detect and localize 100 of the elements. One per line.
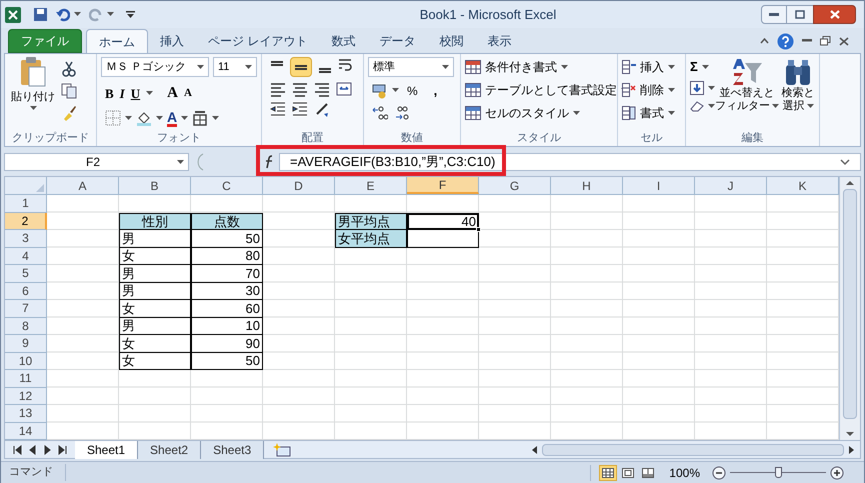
comma-button[interactable]: , [434,81,438,100]
sort-filter-button[interactable]: 並べ替えと フィルター [718,57,776,130]
caret-icon[interactable] [212,116,220,120]
caret-icon[interactable] [668,64,675,70]
number-format-field[interactable]: 標準 [368,57,454,77]
caret-icon[interactable] [806,104,814,109]
caret-icon[interactable] [177,160,184,164]
restore-icon[interactable] [820,36,831,46]
currency-icon[interactable] [372,82,388,99]
row-header[interactable]: 5 [5,265,47,282]
help-icon[interactable] [777,32,794,50]
bold-button[interactable]: B [105,84,114,103]
row-header[interactable]: 10 [5,352,47,370]
view-button[interactable] [599,464,618,480]
sheet-nav-icon[interactable] [58,444,67,454]
new-sheet-icon[interactable] [272,442,292,456]
caret-icon[interactable] [392,88,399,94]
autosum-button[interactable]: Σ [690,57,698,77]
caret-icon[interactable] [573,110,580,116]
customize-icon[interactable] [126,10,135,19]
column-header[interactable]: H [551,177,623,194]
close-icon[interactable] [839,36,849,46]
row-header[interactable]: 3 [5,230,47,248]
copy-icon[interactable] [61,83,77,99]
column-header[interactable]: J [695,177,767,194]
clear-button[interactable] [690,100,718,112]
fill-handle[interactable] [476,227,481,232]
merge-icon[interactable] [336,81,352,97]
decrease-indent-icon[interactable] [270,101,286,117]
zoom-in-icon[interactable] [830,466,844,480]
text-align-icon[interactable] [270,81,286,97]
ribbon-tab[interactable]: ホーム [86,29,148,53]
name-box[interactable]: F2 [4,153,189,171]
fill-bucket-icon[interactable] [136,110,152,126]
ribbon-tab[interactable]: 数式 [319,29,368,53]
minimize-button[interactable] [761,5,787,24]
increase-decimal-icon[interactable] [372,104,388,120]
caret-icon[interactable] [702,64,709,70]
ribbon-tab[interactable]: 校閲 [427,29,476,53]
percent-button[interactable]: % [407,82,418,100]
expand-icon[interactable] [840,157,850,167]
caret-icon[interactable] [561,64,568,70]
row-header[interactable]: 14 [5,422,47,440]
caret-icon[interactable] [107,12,114,17]
caret-icon[interactable] [30,106,36,110]
row-header[interactable]: 11 [5,370,47,388]
style-menu-button[interactable]: 条件付き書式 [465,58,628,76]
maximize-button[interactable] [787,5,813,24]
scissors-icon[interactable] [61,61,77,77]
column-header[interactable]: C [191,177,263,194]
ribbon-tab[interactable]: 表示 [475,29,524,53]
cell-menu-button[interactable]: 削除 [622,81,675,99]
cell-menu-button[interactable]: 書式 [622,104,675,122]
font-color-button[interactable]: A [167,110,178,126]
row-header[interactable]: 7 [5,300,47,318]
column-header[interactable]: F [407,177,479,194]
cell-menu-button[interactable]: 挿入 [622,58,675,76]
column-header[interactable]: D [263,177,335,194]
minimize-icon[interactable] [802,39,812,43]
decrease-decimal-icon[interactable] [394,104,410,120]
formula-field[interactable]: =AVERAGEIF(B3:B10,”男”,C3:C10) [279,153,861,171]
increase-indent-icon[interactable] [292,101,308,117]
caret-icon[interactable] [181,116,188,120]
row-header[interactable]: 9 [5,335,47,352]
caret-icon[interactable] [708,86,715,90]
row-header[interactable]: 1 [5,195,47,212]
wrap-text-icon[interactable] [338,57,354,73]
align-button[interactable] [290,57,312,77]
column-header[interactable]: I [623,177,695,194]
ribbon-tab[interactable]: データ [367,29,428,53]
function-icon[interactable] [263,155,275,169]
sheet-tab[interactable]: Sheet1 [75,440,138,458]
sheet-nav-icon[interactable] [13,444,22,454]
underline-button[interactable]: U [130,84,140,103]
table-cell[interactable] [407,230,479,248]
text-orientation-icon[interactable] [314,101,330,117]
zoom-slider[interactable] [730,466,826,478]
column-header[interactable]: B [119,177,191,194]
row-header[interactable]: 2 [5,212,47,230]
caret-icon[interactable] [668,110,675,116]
shrink-font-button[interactable]: A [184,85,192,102]
border-icon[interactable] [105,110,121,126]
sheet-tab[interactable]: Sheet2 [138,440,202,458]
ribbon-tab[interactable]: ページ レイアウト [196,29,320,53]
brush-icon[interactable] [61,105,77,121]
caret-icon[interactable] [772,104,779,109]
caret-icon[interactable] [74,12,81,17]
file-tab[interactable]: ファイル [8,29,82,53]
paste-button[interactable]: 貼り付け [9,57,57,130]
row-header[interactable]: 4 [5,248,47,265]
caret-icon[interactable] [442,64,449,70]
collapse-ribbon-icon[interactable] [760,38,769,44]
phonetic-guide-icon[interactable] [192,110,208,126]
table-cell[interactable]: 40 [407,212,479,230]
save-icon[interactable] [33,7,48,22]
row-header[interactable]: 12 [5,388,47,405]
font-name-field[interactable]: ＭＳ Ｐゴシック [101,57,209,77]
caret-icon[interactable] [146,90,154,96]
ribbon-tab[interactable]: 挿入 [148,29,196,53]
text-align-icon[interactable] [314,81,330,97]
